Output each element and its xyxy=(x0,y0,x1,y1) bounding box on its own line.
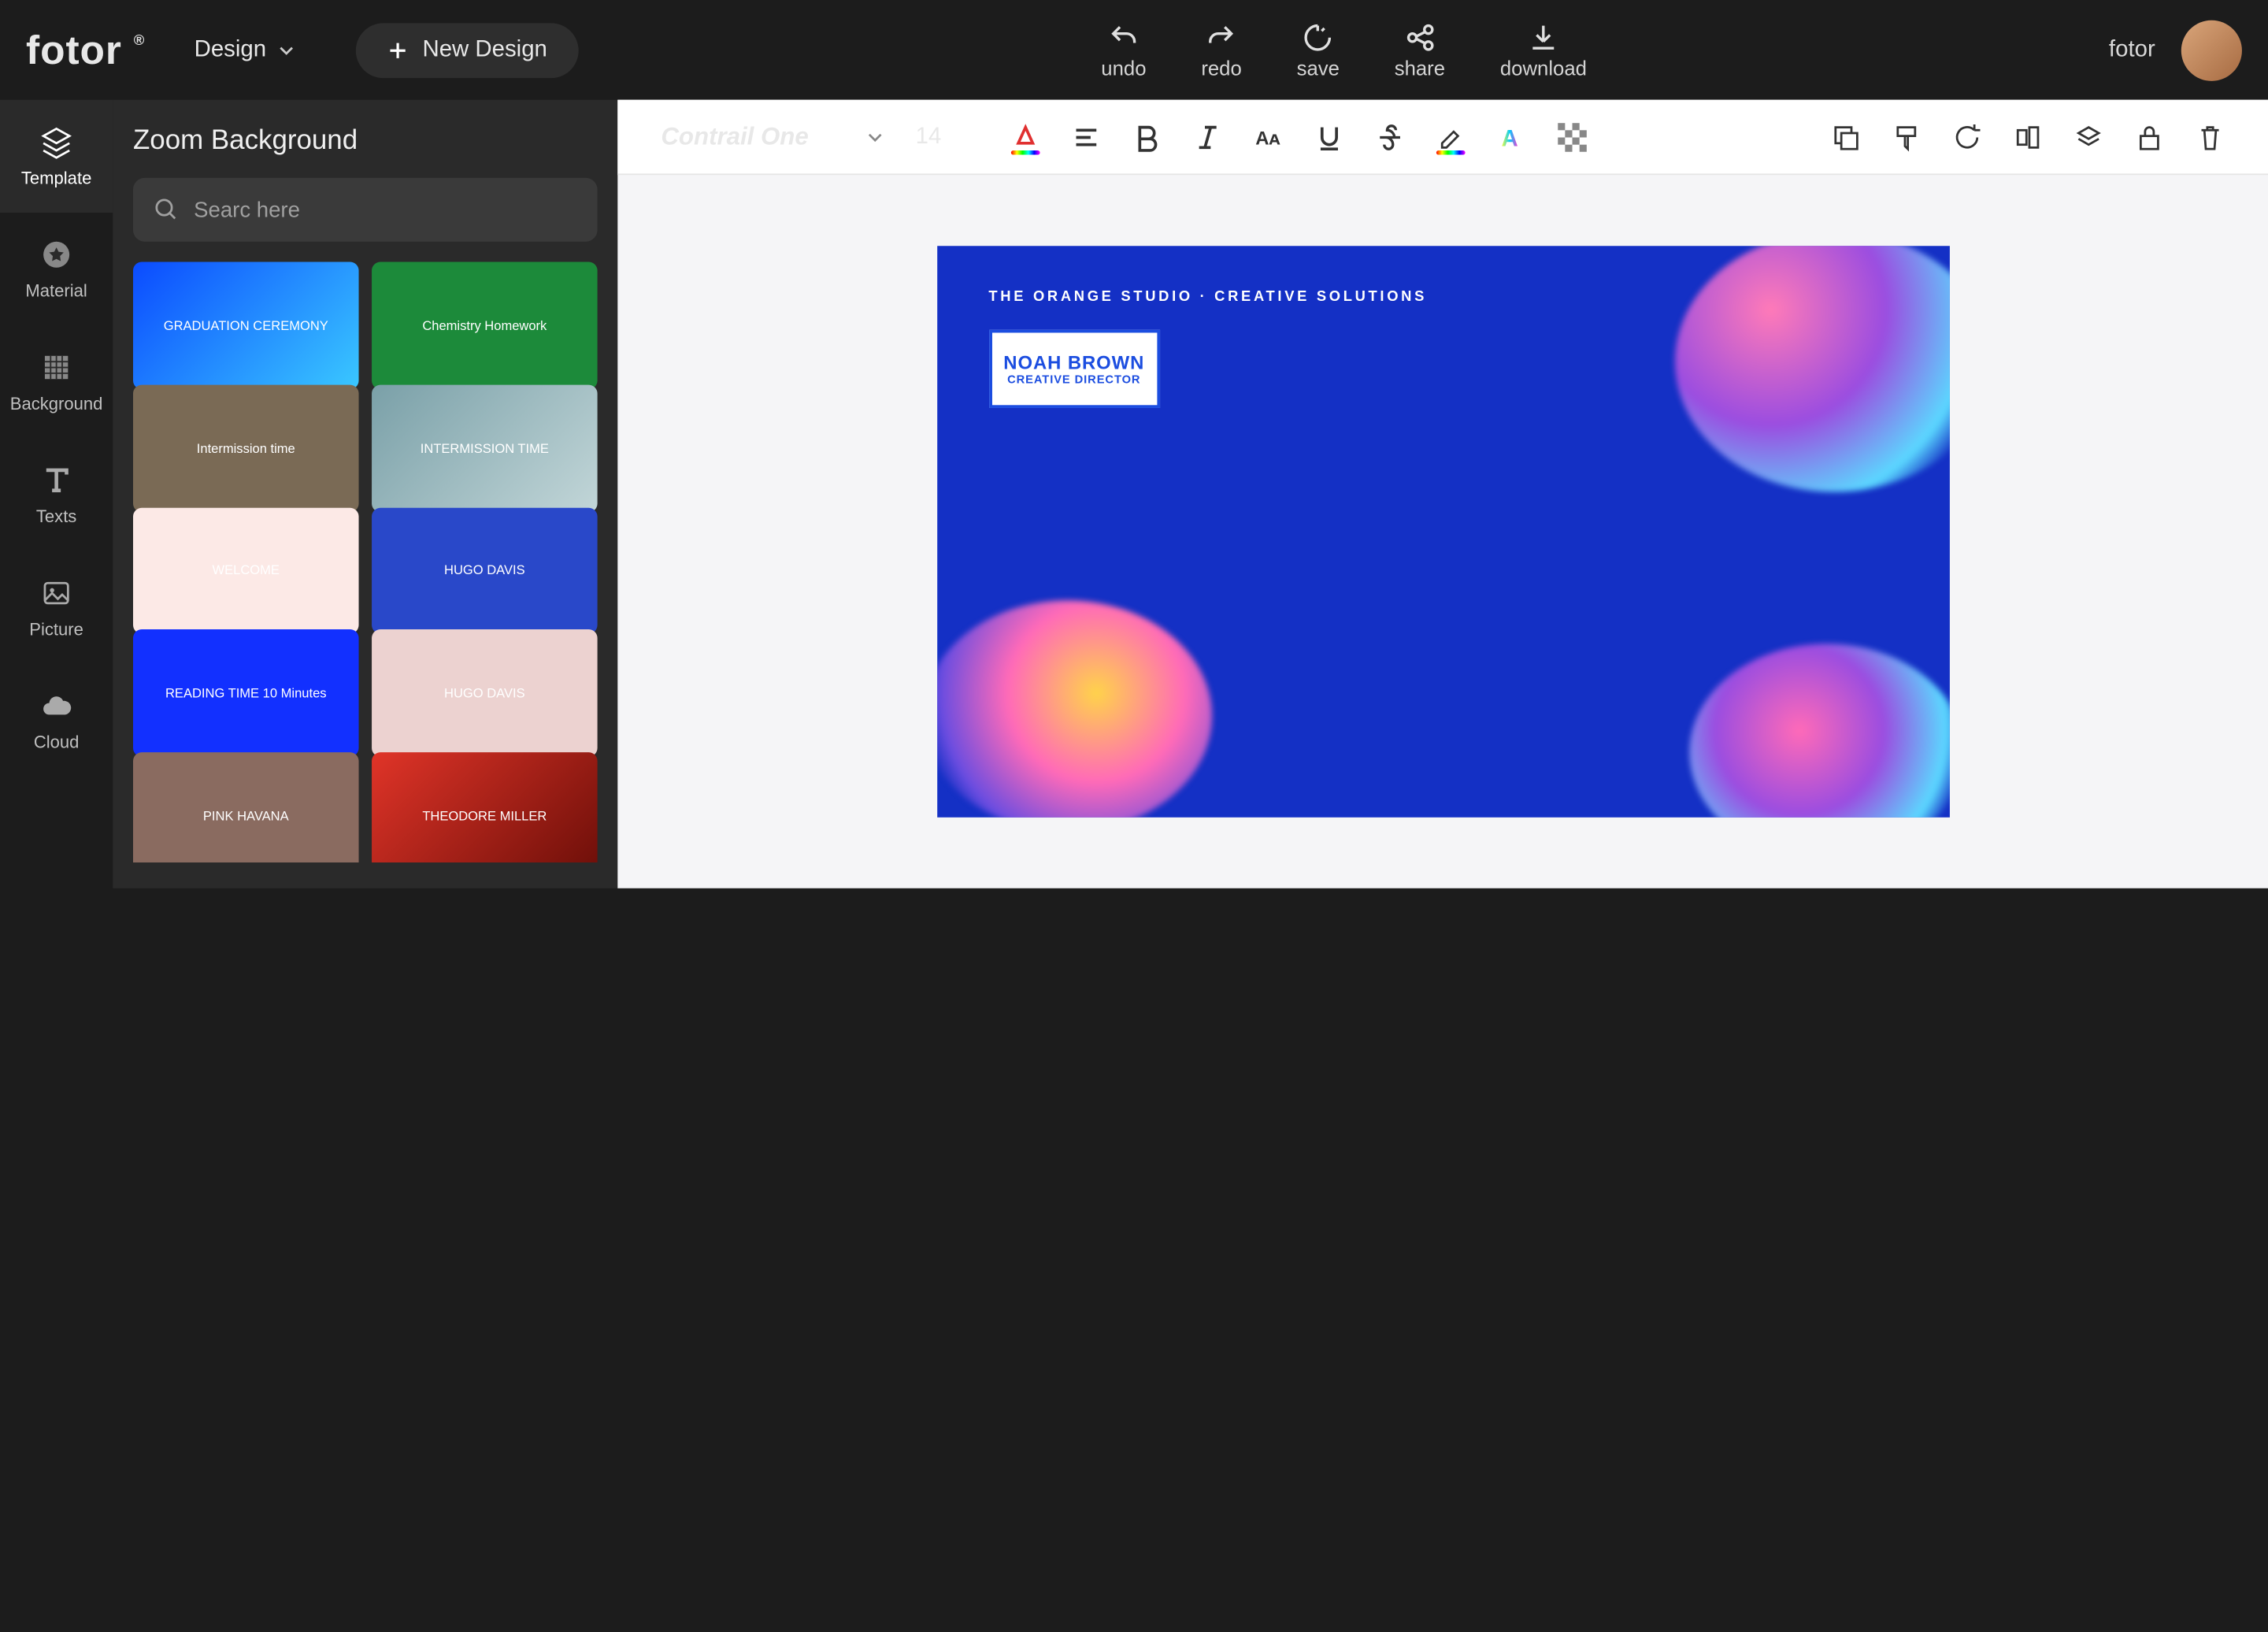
design-label: Design xyxy=(195,37,266,63)
rail-picture[interactable]: Picture xyxy=(0,551,113,664)
top-header: fotor® Design New Design undo redo save xyxy=(0,0,2268,100)
new-design-button[interactable]: New Design xyxy=(356,22,579,77)
lock-icon xyxy=(2135,122,2164,151)
strikethrough-button[interactable] xyxy=(1375,122,1404,151)
text-color-icon xyxy=(1011,122,1040,151)
trash-icon xyxy=(2196,122,2225,151)
texture-icon xyxy=(39,350,74,384)
star-icon xyxy=(39,237,74,272)
underline-button[interactable] xyxy=(1314,122,1343,151)
redo-button[interactable]: redo xyxy=(1201,21,1241,79)
download-button[interactable]: download xyxy=(1500,21,1587,79)
template-thumb[interactable]: INTERMISSION TIME xyxy=(372,384,598,511)
case-button[interactable]: Aᴀ xyxy=(1254,122,1283,151)
italic-icon xyxy=(1193,122,1222,151)
template-thumb[interactable]: GRADUATION CEREMONY xyxy=(133,261,359,388)
plus-icon xyxy=(387,40,408,61)
text-toolbar: Contrail One 14 Aᴀ A xyxy=(617,100,2268,176)
blob-shape xyxy=(1688,644,1949,817)
template-grid: GRADUATION CEREMONYChemistry HomeworkInt… xyxy=(133,261,598,862)
svg-text:A: A xyxy=(1501,125,1518,151)
template-thumb[interactable]: PINK HAVANA xyxy=(133,752,359,862)
italic-button[interactable] xyxy=(1193,122,1222,151)
align-button[interactable] xyxy=(1072,122,1101,151)
chevron-down-icon xyxy=(866,128,884,146)
save-icon xyxy=(1303,21,1334,53)
new-design-label: New Design xyxy=(422,37,547,63)
redo-icon xyxy=(1206,21,1237,53)
chevron-down-icon xyxy=(278,41,295,58)
template-panel: Zoom Background Searc here GRADUATION CE… xyxy=(113,100,617,888)
layer-order-button[interactable] xyxy=(2074,122,2103,151)
rail-texts[interactable]: Texts xyxy=(0,439,113,551)
rail-cloud[interactable]: Cloud xyxy=(0,664,113,777)
copy-icon xyxy=(1831,122,1860,151)
logo[interactable]: fotor® xyxy=(26,27,145,73)
format-painter-button[interactable] xyxy=(1892,122,1921,151)
text-icon xyxy=(39,463,74,498)
undo-button[interactable]: undo xyxy=(1101,21,1146,79)
template-thumb[interactable]: HUGO DAVIS xyxy=(372,507,598,634)
gradient-text-button[interactable]: A xyxy=(1497,122,1526,151)
account-name[interactable]: fotor xyxy=(2109,37,2155,63)
template-thumb[interactable]: WELCOME xyxy=(133,507,359,634)
lock-button[interactable] xyxy=(2135,122,2164,151)
layers-icon xyxy=(39,124,74,159)
undo-icon xyxy=(1108,21,1140,53)
canvas-stage[interactable]: THE ORANGE STUDIO · CREATIVE SOLUTIONS N… xyxy=(617,175,2268,888)
role-text: CREATIVE DIRECTOR xyxy=(1007,373,1140,387)
left-rail: Template Material Background Texts Pictu… xyxy=(0,100,113,888)
font-selector[interactable]: Contrail One xyxy=(661,122,884,151)
case-icon: Aᴀ xyxy=(1254,122,1283,151)
text-color-button[interactable] xyxy=(1011,122,1040,151)
template-thumb[interactable]: Chemistry Homework xyxy=(372,261,598,388)
rail-template[interactable]: Template xyxy=(0,100,113,213)
font-size-selector[interactable]: 14 xyxy=(916,124,979,150)
cloud-icon xyxy=(39,688,74,723)
opacity-button[interactable] xyxy=(1558,122,1587,151)
canvas-area: Contrail One 14 Aᴀ A xyxy=(617,100,2268,888)
rail-material[interactable]: Material xyxy=(0,213,113,325)
delete-button[interactable] xyxy=(2196,122,2225,151)
underline-icon xyxy=(1314,122,1343,151)
rotate-icon xyxy=(1953,122,1982,151)
stack-icon xyxy=(2074,122,2103,151)
search-placeholder: Searc here xyxy=(194,198,300,222)
share-icon xyxy=(1404,21,1436,53)
share-button[interactable]: share xyxy=(1395,21,1445,79)
highlight-icon xyxy=(1436,122,1466,151)
bold-icon xyxy=(1132,122,1162,151)
checker-icon xyxy=(1558,122,1587,151)
tagline-text[interactable]: THE ORANGE STUDIO · CREATIVE SOLUTIONS xyxy=(988,289,1427,305)
search-input[interactable]: Searc here xyxy=(133,178,598,242)
template-thumb[interactable]: HUGO DAVIS xyxy=(372,630,598,757)
blob-shape xyxy=(1674,246,1949,491)
artboard[interactable]: THE ORANGE STUDIO · CREATIVE SOLUTIONS N… xyxy=(936,246,1949,818)
image-icon xyxy=(39,576,74,610)
avatar[interactable] xyxy=(2181,20,2242,80)
design-dropdown[interactable]: Design xyxy=(195,37,295,63)
name-card[interactable]: NOAH BROWN CREATIVE DIRECTOR xyxy=(988,330,1159,408)
duplicate-button[interactable] xyxy=(1831,122,1860,151)
template-thumb[interactable]: READING TIME 10 Minutes xyxy=(133,630,359,757)
brush-icon xyxy=(1892,122,1921,151)
highlight-button[interactable] xyxy=(1436,122,1466,151)
rail-background[interactable]: Background xyxy=(0,325,113,438)
strike-icon xyxy=(1375,122,1404,151)
search-icon xyxy=(154,197,180,223)
align-objects-button[interactable] xyxy=(2014,122,2043,151)
rotate-button[interactable] xyxy=(1953,122,1982,151)
panel-title: Zoom Background xyxy=(133,126,598,158)
align-obj-icon xyxy=(2014,122,2043,151)
template-thumb[interactable]: Intermission time xyxy=(133,384,359,511)
download-icon xyxy=(1528,21,1559,53)
align-icon xyxy=(1072,122,1101,151)
save-button[interactable]: save xyxy=(1297,21,1340,79)
bold-button[interactable] xyxy=(1132,122,1162,151)
name-text: NOAH BROWN xyxy=(1003,351,1144,373)
blob-shape xyxy=(936,600,1211,818)
gradient-text-icon: A xyxy=(1497,122,1526,151)
svg-text:Aᴀ: Aᴀ xyxy=(1255,128,1280,149)
template-thumb[interactable]: THEODORE MILLER xyxy=(372,752,598,862)
